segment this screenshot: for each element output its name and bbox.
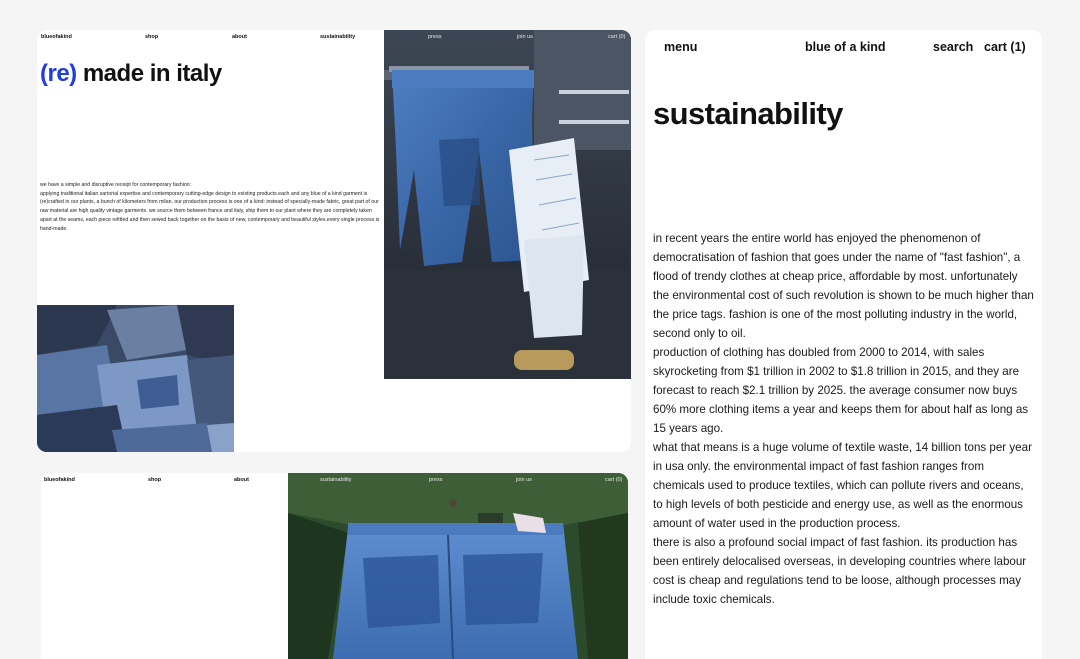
cart-button[interactable]: cart (1) <box>984 40 1026 54</box>
nav-cart[interactable]: cart (0) <box>608 34 625 40</box>
page-title: (re) made in italy <box>40 60 222 88</box>
article-body: in recent years the entire world has enj… <box>653 229 1035 609</box>
denim-pile-illustration <box>37 305 234 452</box>
nav-sustainability[interactable]: sustainability <box>320 34 355 40</box>
article-paragraph: production of clothing has doubled from … <box>653 346 1029 435</box>
nav-join-us[interactable]: join us <box>517 34 533 40</box>
nav-about[interactable]: about <box>232 34 247 40</box>
nav-about[interactable]: about <box>234 477 249 483</box>
intro-copy: we have a simple and disruptive receipt … <box>40 181 380 233</box>
intro-paragraph: applying traditional italian sartorial e… <box>40 190 380 232</box>
brand-logo[interactable]: blue of a kind <box>805 40 886 54</box>
nav-logo[interactable]: blueofakind <box>44 477 75 483</box>
intro-paragraph: we have a simple and disruptive receipt … <box>40 182 192 188</box>
nav-sustainability[interactable]: sustainability <box>320 477 352 483</box>
title-accent: (re) <box>40 60 77 87</box>
search-button[interactable]: search <box>933 40 973 54</box>
article-paragraph: there is also a profound social impact o… <box>653 536 1027 606</box>
nav-press[interactable]: press <box>428 34 441 40</box>
page-title: sustainability <box>653 96 843 131</box>
jeans-back-photo: sustainability press join us cart (0) <box>288 473 628 659</box>
menu-button[interactable]: menu <box>664 40 697 54</box>
jeans-back-page-preview: blueofakind shop about sustainability pr… <box>41 473 628 659</box>
nav-press[interactable]: press <box>429 477 442 483</box>
title-rest: made in italy <box>76 60 222 87</box>
jeans-back-illustration <box>288 473 628 659</box>
nav-logo[interactable]: blueofakind <box>41 34 72 40</box>
made-in-italy-page-preview: blueofakind shop about sustainability (r… <box>37 30 631 452</box>
nav-shop[interactable]: shop <box>145 34 158 40</box>
hanging-jeans-photo: press join us cart (0) <box>384 30 631 379</box>
article-paragraph: in recent years the entire world has enj… <box>653 232 1034 340</box>
nav-shop[interactable]: shop <box>148 477 161 483</box>
denim-pile-photo <box>37 305 234 452</box>
article-paragraph: what that means is a huge volume of text… <box>653 441 1032 530</box>
nav-cart[interactable]: cart (0) <box>605 477 622 483</box>
nav-join-us[interactable]: join us <box>516 477 532 483</box>
sustainability-mobile-page: menu blue of a kind search cart (1) sust… <box>645 30 1042 659</box>
hanging-jeans-illustration <box>384 30 631 379</box>
